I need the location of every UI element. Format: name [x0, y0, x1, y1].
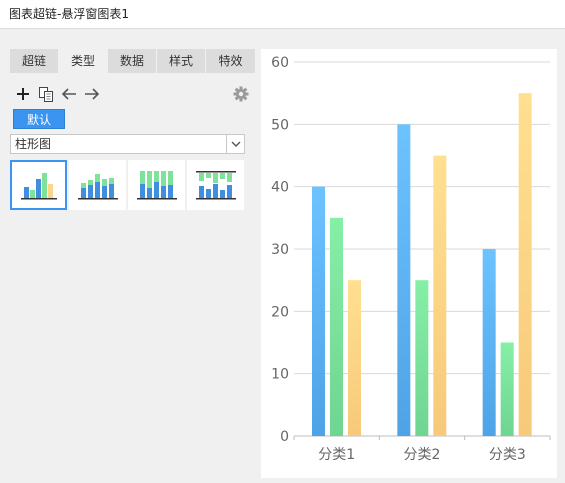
tab-effects[interactable]: 特效: [206, 49, 255, 73]
bar-series3: [348, 280, 361, 436]
clustered-column-icon: [21, 173, 57, 200]
chevron-down-icon[interactable]: [226, 135, 244, 153]
y-tick-label: 0: [280, 429, 289, 445]
y-tick-label: 20: [271, 304, 289, 320]
window-title: 图表超链-悬浮窗图表1: [0, 0, 565, 29]
tab-style[interactable]: 样式: [157, 49, 206, 73]
tab-hyperlink[interactable]: 超链: [10, 49, 59, 73]
stacked-column-icon: [78, 174, 118, 200]
bar-chart: 0 10 20 30 40 50 60 分类1 分类2 分类3: [271, 55, 551, 463]
copy-button[interactable]: [36, 84, 56, 104]
percent-stacked-column-icon: [137, 171, 177, 200]
move-right-button[interactable]: [82, 84, 102, 104]
add-icon: [17, 88, 29, 100]
thumb-clustered-column[interactable]: [10, 160, 67, 210]
toolbar: [13, 84, 253, 104]
y-tick-label: 30: [271, 242, 289, 258]
x-tick-label: 分类1: [318, 447, 355, 463]
bar-series2: [415, 280, 429, 436]
copy-icon: [39, 87, 53, 102]
x-tick-label: 分类2: [404, 447, 441, 463]
y-tick-label: 40: [271, 180, 289, 196]
bar-series3: [433, 155, 447, 436]
add-button[interactable]: [13, 84, 33, 104]
y-tick-label: 50: [271, 117, 289, 133]
tab-data[interactable]: 数据: [108, 49, 157, 73]
gear-icon: [233, 86, 249, 102]
y-tick-label: 10: [271, 367, 289, 383]
tab-bar: 超链 类型 数据 样式 特效: [10, 49, 255, 73]
thumb-stacked-column-variant[interactable]: [187, 160, 244, 210]
bar-series1: [397, 124, 411, 436]
y-tick-label: 60: [271, 55, 289, 71]
thumb-percent-stacked-column[interactable]: [128, 160, 185, 210]
bar-series1: [312, 186, 325, 436]
tab-type[interactable]: 类型: [59, 49, 108, 73]
arrow-right-icon: [85, 88, 100, 100]
move-left-button[interactable]: [59, 84, 79, 104]
default-button[interactable]: 默认: [13, 109, 65, 129]
stacked-column-variant-icon: [196, 171, 236, 200]
thumb-stacked-column[interactable]: [69, 160, 126, 210]
settings-button[interactable]: [231, 84, 251, 104]
bar-series1: [482, 249, 496, 436]
arrow-left-icon: [61, 88, 76, 100]
bar-series3: [518, 93, 532, 436]
chart-type-value: 柱形图: [15, 137, 52, 151]
chart-style-thumbnails: [10, 160, 245, 210]
bar-series2: [500, 342, 514, 436]
x-tick-label: 分类3: [489, 447, 526, 463]
bar-series2: [330, 217, 343, 436]
chart-type-select[interactable]: 柱形图: [10, 134, 245, 154]
chart-preview: 0 10 20 30 40 50 60 分类1 分类2 分类3: [261, 49, 557, 478]
